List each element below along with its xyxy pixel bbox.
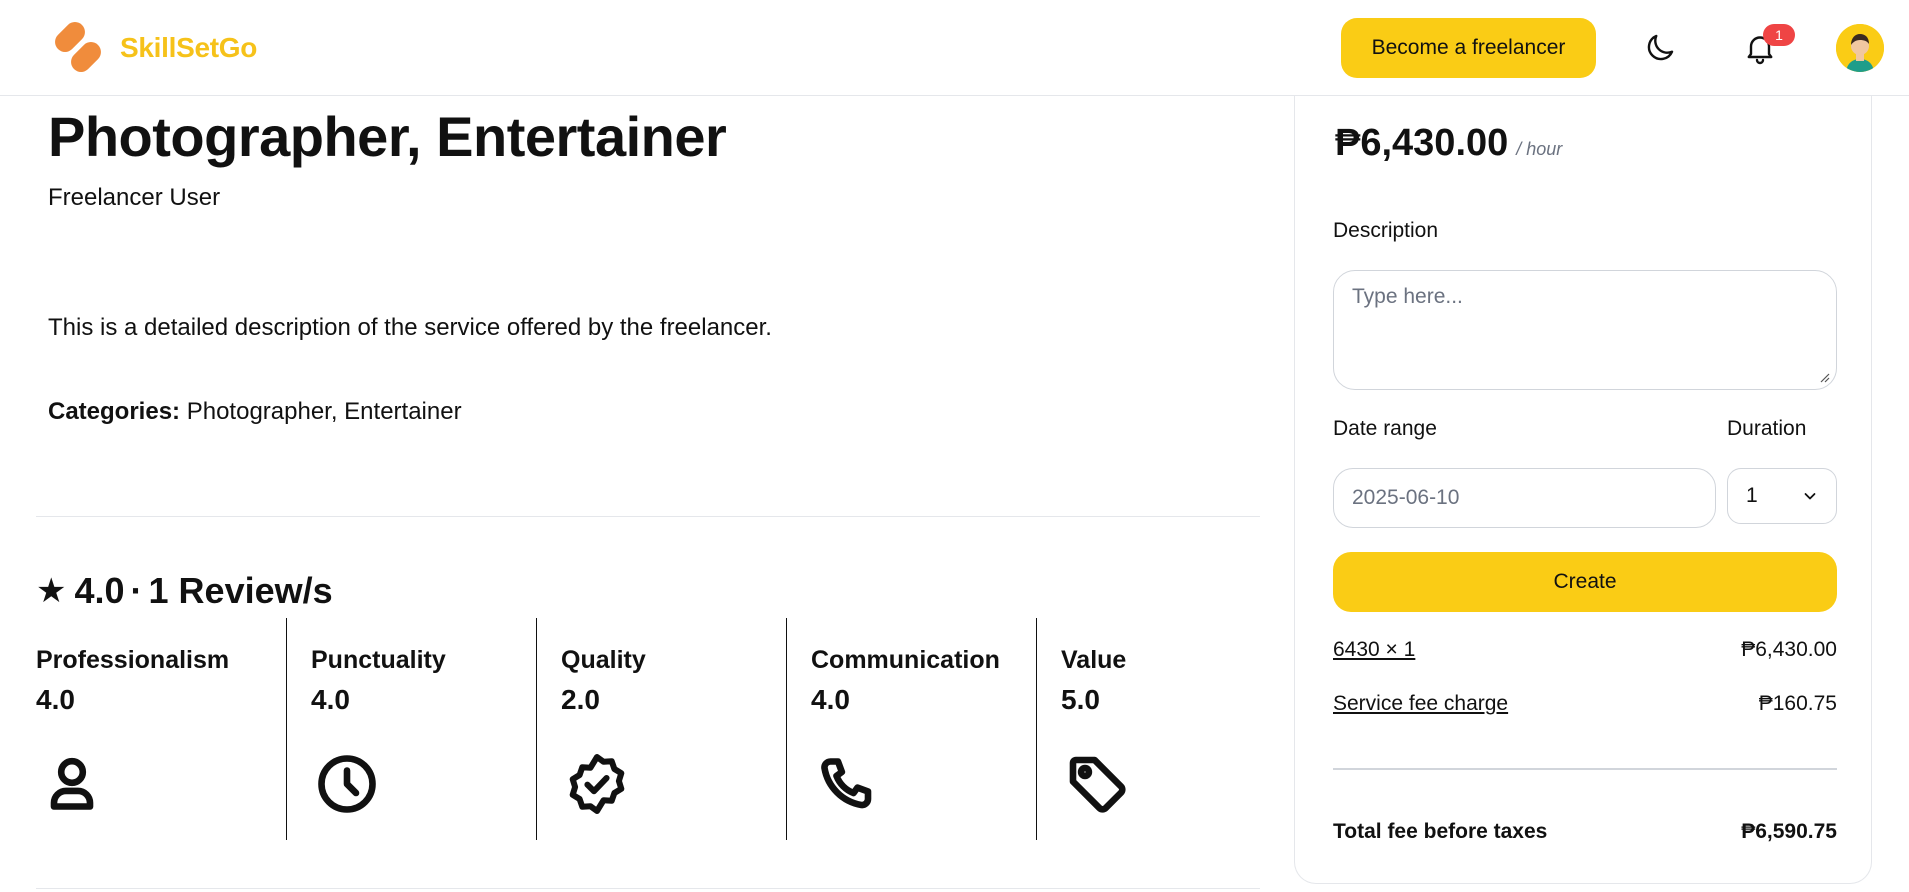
date-value: 2025-06-10 xyxy=(1352,486,1460,509)
brand-logo[interactable]: SkillSetGo xyxy=(48,18,257,78)
rating-metrics: Professionalism 4.0 Punctuality 4.0 Qual… xyxy=(36,618,1286,840)
chevron-down-icon xyxy=(1804,493,1816,500)
metric-value: 4.0 xyxy=(311,684,350,715)
top-navbar: SkillSetGo Become a freelancer 1 xyxy=(0,0,1909,96)
calc-row: 6430 × 1 ₱6,430.00 xyxy=(1333,638,1837,662)
resize-grip-icon[interactable] xyxy=(1818,371,1830,383)
description-textarea[interactable]: Type here... xyxy=(1333,270,1837,390)
metric-value-rating: Value 5.0 xyxy=(1036,618,1286,840)
duration-label: Duration xyxy=(1727,417,1807,440)
rating-summary: ★ 4.0 · 1 Review/s xyxy=(36,570,333,612)
metric-label: Quality xyxy=(561,646,646,674)
avatar[interactable] xyxy=(1836,24,1884,72)
service-fee-link[interactable]: Service fee charge xyxy=(1333,692,1508,716)
metric-value: 4.0 xyxy=(36,684,75,715)
date-range-label: Date range xyxy=(1333,417,1437,440)
clock-icon xyxy=(318,755,376,813)
service-categories: Categories: Photographer, Entertainer xyxy=(48,398,462,426)
duration-value: 1 xyxy=(1746,484,1758,507)
metric-label: Punctuality xyxy=(311,646,446,674)
description-placeholder: Type here... xyxy=(1352,285,1463,308)
metric-value: 2.0 xyxy=(561,684,600,715)
moon-icon[interactable] xyxy=(1642,30,1678,66)
service-title: Photographer, Entertainer xyxy=(48,105,727,168)
star-icon: ★ xyxy=(36,572,67,610)
notification-badge: 1 xyxy=(1763,24,1795,46)
service-fee-amount: ₱160.75 xyxy=(1758,692,1837,715)
metric-quality: Quality 2.0 xyxy=(536,618,786,840)
service-description: This is a detailed description of the se… xyxy=(48,314,772,341)
calc-link[interactable]: 6430 × 1 xyxy=(1333,638,1415,662)
logo-icon xyxy=(55,22,101,72)
tag-icon xyxy=(1069,756,1126,813)
create-button[interactable]: Create xyxy=(1333,552,1837,612)
become-freelancer-button[interactable]: Become a freelancer xyxy=(1341,18,1596,78)
price-display: ₱6,430.00 / hour xyxy=(1335,122,1562,165)
rating-separator: · xyxy=(130,570,143,611)
metric-punctuality: Punctuality 4.0 xyxy=(286,618,536,840)
metric-value: 5.0 xyxy=(1061,684,1100,715)
section-divider xyxy=(36,516,1260,517)
date-range-input[interactable]: 2025-06-10 xyxy=(1333,468,1716,528)
card-divider xyxy=(1333,768,1837,770)
freelancer-name: Freelancer User xyxy=(48,184,221,211)
metric-professionalism: Professionalism 4.0 xyxy=(36,618,286,840)
price-unit: / hour xyxy=(1516,139,1563,159)
brand-name: SkillSetGo xyxy=(120,32,258,63)
section-divider xyxy=(36,888,1260,889)
description-label: Description xyxy=(1333,219,1439,242)
metric-label: Professionalism xyxy=(36,646,230,674)
calc-amount: ₱6,430.00 xyxy=(1741,638,1837,661)
metric-label: Value xyxy=(1061,646,1127,674)
metric-value: 4.0 xyxy=(811,684,850,715)
avatar-image xyxy=(1836,24,1884,72)
categories-value: Photographer, Entertainer xyxy=(186,398,462,425)
total-amount: ₱6,590.75 xyxy=(1741,820,1837,843)
metric-label: Communication xyxy=(811,646,1000,674)
total-label: Total fee before taxes xyxy=(1333,820,1548,843)
review-count: 1 Review/s xyxy=(148,570,333,611)
price-amount: ₱6,430.00 xyxy=(1335,122,1509,164)
metric-communication: Communication 4.0 xyxy=(786,618,1036,840)
service-fee-row: Service fee charge ₱160.75 xyxy=(1333,692,1837,716)
total-row: Total fee before taxes ₱6,590.75 xyxy=(1333,820,1837,844)
duration-select[interactable]: 1 xyxy=(1727,468,1837,524)
rating-score: 4.0 xyxy=(74,570,125,611)
verified-badge-icon xyxy=(569,754,625,814)
person-icon xyxy=(50,757,94,810)
phone-icon xyxy=(821,758,872,809)
categories-label: Categories: xyxy=(48,398,181,425)
booking-card: ₱6,430.00 / hour Description Type here..… xyxy=(1294,78,1872,884)
